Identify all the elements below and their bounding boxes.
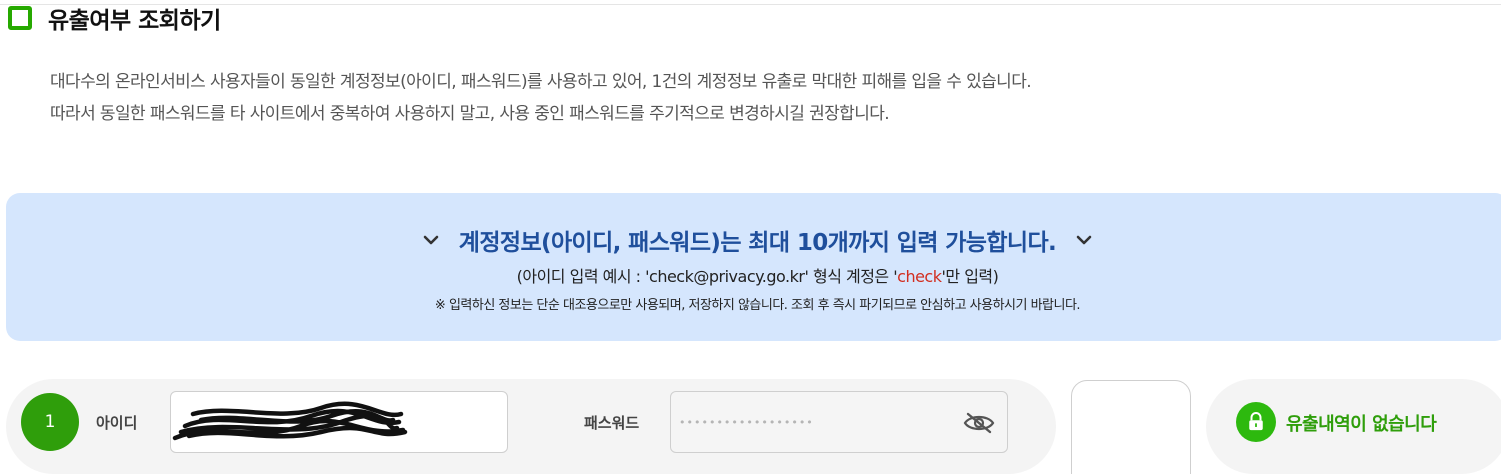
redaction-scribble <box>172 401 408 441</box>
banner-notice: ※ 입력하신 정보는 단순 대조용으로만 사용되며, 저장하지 않습니다. 조회… <box>434 298 1081 313</box>
id-input[interactable] <box>170 391 508 453</box>
banner-headline: 계정정보(아이디, 패스워드)는 최대 10개까지 입력 가능합니다. <box>458 230 1057 256</box>
description: 대다수의 온라인서비스 사용자들이 동일한 계정정보(아이디, 패스워드)를 사… <box>50 66 1032 130</box>
example-prefix: (아이디 입력 예시 : 'check@privacy.go.kr' 형식 계정… <box>516 267 898 286</box>
info-banner: 계정정보(아이디, 패스워드)는 최대 10개까지 입력 가능합니다. (아이디… <box>6 193 1509 341</box>
entry-number-badge: 1 <box>21 393 79 451</box>
result-text: 유출내역이 없습니다 <box>1286 414 1437 435</box>
id-label: 아이디 <box>96 414 138 432</box>
section-heading: 유출여부 조회하기 <box>8 2 221 34</box>
description-line-1: 대다수의 온라인서비스 사용자들이 동일한 계정정보(아이디, 패스워드)를 사… <box>50 72 1032 92</box>
description-line-2: 따라서 동일한 패스워드를 타 사이트에서 중복하여 사용하지 말고, 사용 중… <box>50 104 890 124</box>
top-divider <box>0 4 1509 5</box>
lookup-button[interactable] <box>1071 380 1191 474</box>
password-value: •••••••••••••••••• <box>679 415 814 429</box>
scrollbar[interactable] <box>1501 0 1509 474</box>
password-input[interactable]: •••••••••••••••••• <box>670 391 1008 453</box>
eye-slash-icon[interactable] <box>963 411 995 435</box>
password-label: 패스워드 <box>584 414 640 432</box>
page-title: 유출여부 조회하기 <box>48 8 221 34</box>
chevron-down-icon <box>1074 230 1094 250</box>
banner-headline-row: 계정정보(아이디, 패스워드)는 최대 10개까지 입력 가능합니다. <box>6 223 1509 257</box>
banner-example: (아이디 입력 예시 : 'check@privacy.go.kr' 형식 계정… <box>6 263 1509 287</box>
chevron-down-icon <box>421 230 441 250</box>
example-suffix: '만 입력) <box>941 267 999 286</box>
checkbox-icon <box>8 6 32 30</box>
lock-icon <box>1236 402 1276 442</box>
example-highlight: check <box>897 267 942 286</box>
